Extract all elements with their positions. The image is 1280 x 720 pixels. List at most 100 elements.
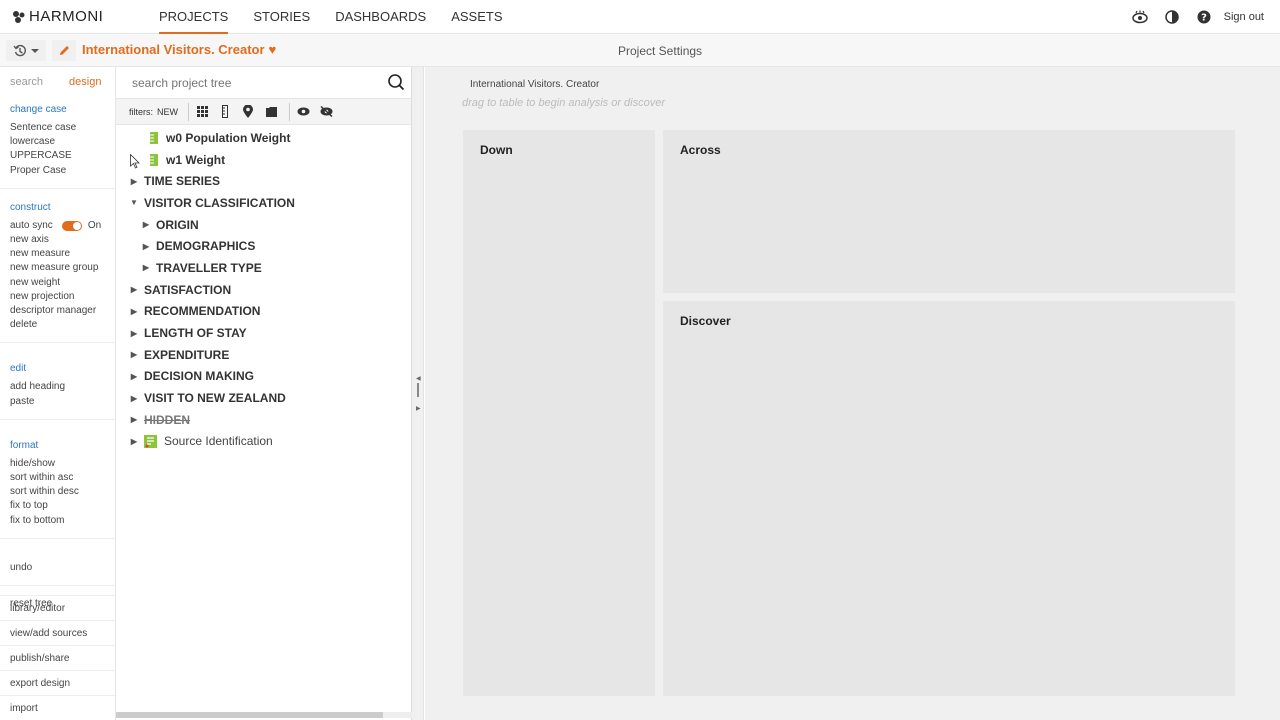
tree-node-decision-making[interactable]: ▶ DECISION MAKING <box>116 366 411 388</box>
caret-right-icon[interactable]: ▶ <box>140 220 152 229</box>
add-heading-item[interactable]: add heading <box>10 380 115 394</box>
tree-node-time-series[interactable]: ▶ TIME SERIES <box>116 170 411 192</box>
splitter-grip[interactable] <box>417 383 419 397</box>
change-case-heading: change case <box>10 104 67 115</box>
filter-new-button[interactable]: NEW <box>157 107 178 117</box>
fix-to-top-item[interactable]: fix to top <box>10 499 115 513</box>
caret-right-icon[interactable]: ▶ <box>128 329 140 338</box>
tree-node-demographics[interactable]: ▶ DEMOGRAPHICS <box>116 235 411 257</box>
hide-eye-icon[interactable] <box>317 103 335 121</box>
contrast-icon[interactable] <box>1164 9 1180 25</box>
caret-right-icon[interactable]: ▶ <box>140 263 152 272</box>
discover-drop-zone[interactable]: Discover <box>663 301 1235 696</box>
tab-search[interactable]: search <box>10 76 43 88</box>
tree-node-hidden[interactable]: ▶ HIDDEN <box>116 409 411 431</box>
pencil-icon <box>59 46 69 55</box>
tree-node-satisfaction[interactable]: ▶ SATISFACTION <box>116 279 411 301</box>
sign-out-link[interactable]: Sign out <box>1224 11 1264 23</box>
uppercase-item[interactable]: UPPERCASE <box>10 149 115 163</box>
discover-title: Discover <box>680 314 731 328</box>
across-drop-zone[interactable]: Across <box>663 130 1235 293</box>
caret-right-icon[interactable]: ▶ <box>128 177 140 186</box>
tree-node-visitor-classification[interactable]: ▼ VISITOR CLASSIFICATION <box>116 192 411 214</box>
hide-show-item[interactable]: hide/show <box>10 457 115 471</box>
folder-filter-icon[interactable] <box>262 103 280 121</box>
tree-search-input[interactable] <box>132 75 372 90</box>
eye-icon[interactable] <box>1131 9 1148 25</box>
top-bar: HARMONI PROJECTS STORIES DASHBOARDS ASSE… <box>0 0 1280 34</box>
export-design-link[interactable]: export design <box>0 670 115 695</box>
construct-heading: construct <box>10 201 51 213</box>
edit-project-button[interactable] <box>52 40 76 61</box>
search-icon[interactable] <box>387 73 405 96</box>
caret-right-icon[interactable]: ▶ <box>128 350 140 359</box>
auto-sync-toggle[interactable] <box>61 220 82 231</box>
left-tabs: search design <box>0 67 115 97</box>
weight-icon <box>150 153 160 166</box>
paste-item[interactable]: paste <box>10 395 115 409</box>
project-settings-title[interactable]: Project Settings <box>618 44 702 58</box>
caret-right-icon[interactable]: ▶ <box>128 372 140 381</box>
new-projection-item[interactable]: new projection <box>10 290 115 304</box>
caret-right-icon[interactable]: ▶ <box>128 415 140 424</box>
tree-node-source-identification[interactable]: ▶ Source Identification <box>116 431 411 453</box>
delete-item[interactable]: delete <box>10 318 115 332</box>
tree-node-w0-population-weight[interactable]: w0 Population Weight <box>116 127 411 149</box>
descriptor-manager-item[interactable]: descriptor manager <box>10 304 115 318</box>
publish-share-link[interactable]: publish/share <box>0 645 115 670</box>
brand-icon <box>13 10 25 23</box>
sort-asc-item[interactable]: sort within asc <box>10 471 115 485</box>
nav-stories[interactable]: STORIES <box>253 0 310 34</box>
caret-right-icon[interactable]: ▶ <box>128 307 140 316</box>
show-eye-icon[interactable] <box>294 103 312 121</box>
new-axis-item[interactable]: new axis <box>10 233 115 247</box>
help-icon[interactable]: ? <box>1196 9 1212 25</box>
fix-to-bottom-item[interactable]: fix to bottom <box>10 514 115 528</box>
harmoni-logo[interactable]: HARMONI <box>12 8 103 25</box>
sort-desc-item[interactable]: sort within desc <box>10 485 115 499</box>
caret-right-icon[interactable]: ▶ <box>128 285 140 294</box>
ruler-filter-icon[interactable] <box>216 103 234 121</box>
caret-down-icon[interactable]: ▼ <box>128 198 140 207</box>
caret-right-icon[interactable]: ▶ <box>140 242 152 251</box>
undo-item[interactable]: undo <box>10 561 115 575</box>
new-measure-item[interactable]: new measure <box>10 247 115 261</box>
location-filter-icon[interactable] <box>239 103 257 121</box>
tree-node-label: VISITOR CLASSIFICATION <box>144 195 295 210</box>
caret-right-icon[interactable]: ▶ <box>128 437 140 446</box>
nav-projects[interactable]: PROJECTS <box>159 0 229 34</box>
tree-node-w1-weight[interactable]: w1 Weight <box>116 149 411 171</box>
project-title[interactable]: International Visitors. Creator ♥ <box>82 42 276 57</box>
project-tree: w0 Population Weight w1 Weight ▶ TIME SE… <box>116 125 411 452</box>
nav-assets[interactable]: ASSETS <box>451 0 502 34</box>
tree-scrollbar[interactable] <box>116 712 383 718</box>
tree-node-expenditure[interactable]: ▶ EXPENDITURE <box>116 344 411 366</box>
library-editor-link[interactable]: library/editor <box>0 595 115 620</box>
tree-node-origin[interactable]: ▶ ORIGIN <box>116 214 411 236</box>
sentence-case-item[interactable]: Sentence case <box>10 121 115 135</box>
view-add-sources-link[interactable]: view/add sources <box>0 620 115 645</box>
tree-node-visit-to-new-zealand[interactable]: ▶ VISIT TO NEW ZEALAND <box>116 387 411 409</box>
import-link[interactable]: import <box>0 695 115 720</box>
lowercase-item[interactable]: lowercase <box>10 135 115 149</box>
nav-dashboards[interactable]: DASHBOARDS <box>335 0 426 34</box>
new-weight-item[interactable]: new weight <box>10 276 115 290</box>
tree-node-recommendation[interactable]: ▶ RECOMMENDATION <box>116 301 411 323</box>
proper-case-item[interactable]: Proper Case <box>10 164 115 178</box>
tree-node-label: DECISION MAKING <box>144 369 255 384</box>
down-drop-zone[interactable]: Down <box>463 130 655 696</box>
tree-node-length-of-stay[interactable]: ▶ LENGTH OF STAY <box>116 322 411 344</box>
panel-splitter[interactable]: ◀ ▶ <box>412 67 424 720</box>
tab-design[interactable]: design <box>69 76 101 88</box>
history-button[interactable] <box>6 40 46 61</box>
grid-filter-icon[interactable] <box>193 103 211 121</box>
caret-right-icon[interactable]: ▶ <box>128 394 140 403</box>
tree-node-traveller-type[interactable]: ▶ TRAVELLER TYPE <box>116 257 411 279</box>
across-title: Across <box>680 143 721 157</box>
heart-icon[interactable]: ♥ <box>269 42 277 57</box>
divider <box>289 102 291 121</box>
expand-right-icon[interactable]: ▶ <box>416 405 421 412</box>
collapse-left-icon[interactable]: ◀ <box>416 375 421 382</box>
analysis-workspace: International Visitors. Creator drag to … <box>425 67 1280 720</box>
new-measure-group-item[interactable]: new measure group <box>10 261 115 275</box>
